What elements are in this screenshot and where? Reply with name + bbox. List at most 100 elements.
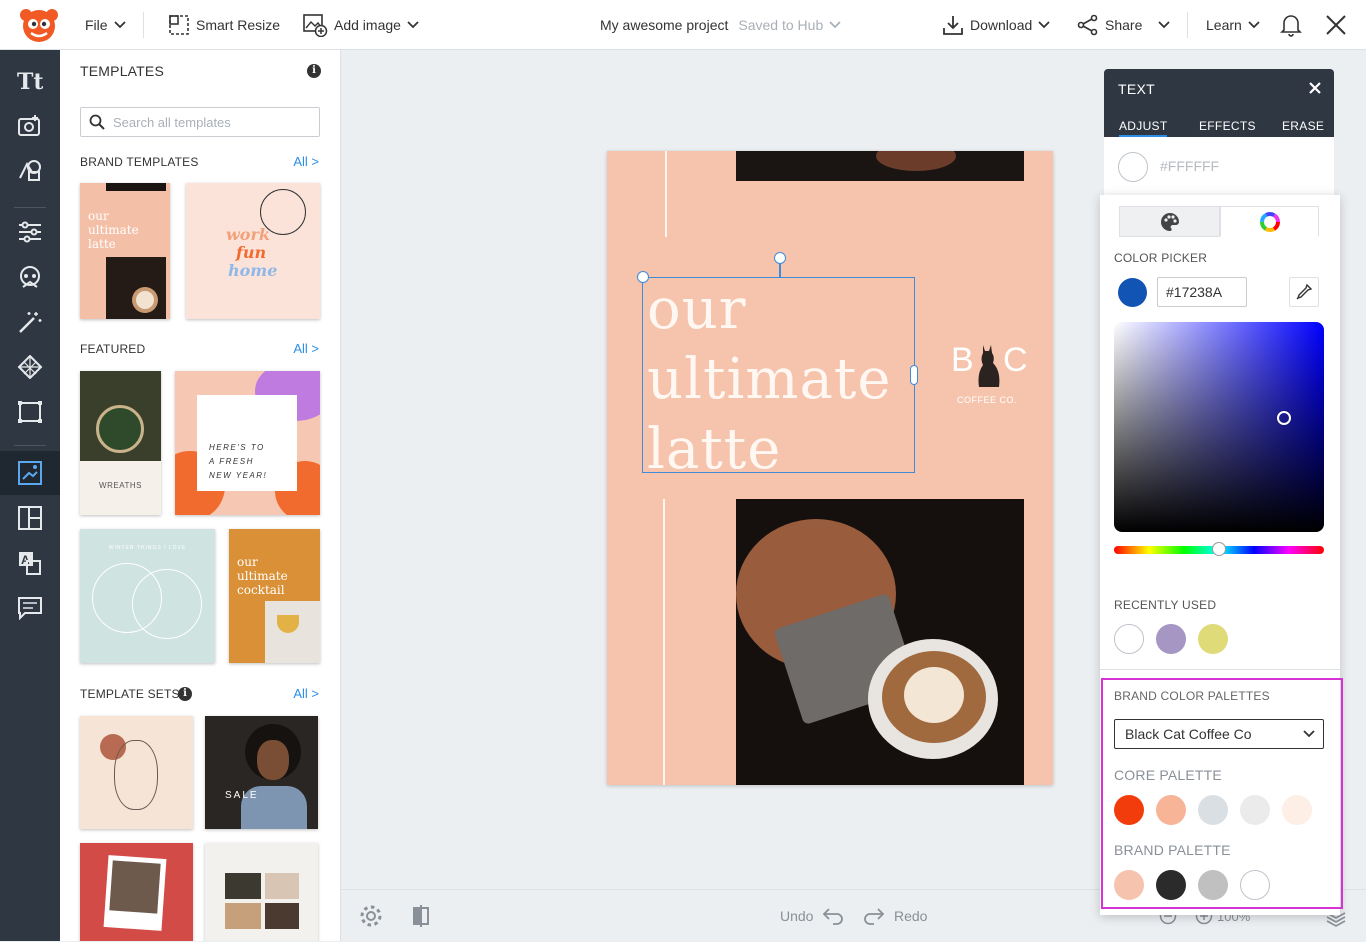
saturation-knob[interactable] [1277,411,1291,425]
share-menu[interactable]: Share [1077,0,1170,50]
tab-adjust[interactable]: ADJUST [1119,119,1168,137]
chevron-down-icon [407,21,419,29]
brand-template-thumb-2[interactable]: work fun home [186,183,320,319]
featured-thumb-4[interactable]: our ultimate cocktail [229,529,320,663]
template-set-thumb-4[interactable] [205,843,318,941]
brand-logo[interactable]: B C COFFEE CO. [951,341,1031,411]
current-color-hex: #FFFFFF [1160,158,1220,174]
palette-icon [1160,212,1179,231]
featured-thumb-1[interactable]: WREATHS [80,371,161,515]
color-wheel-tab[interactable] [1220,206,1319,237]
brand-templates-heading: BRAND TEMPLATES [80,155,199,169]
redo-label: Redo [894,908,928,924]
divider [143,12,144,38]
comments-tool-icon[interactable] [0,586,60,630]
chevron-down-icon [1248,21,1260,29]
redo-button[interactable]: Redo [862,890,927,942]
brand-templates-all-link[interactable]: All > [293,154,319,169]
project-title[interactable]: My awesome project Saved to Hub [600,0,841,50]
svg-text:Tt: Tt [17,69,43,92]
recently-used-label: RECENTLY USED [1114,598,1217,612]
close-editor-icon[interactable] [1325,0,1347,50]
undo-button[interactable]: Undo [780,890,845,942]
tool-rail: Tt A [0,50,60,941]
current-color-swatch[interactable] [1118,152,1148,182]
featured-heading: FEATURED [80,342,146,356]
info-icon[interactable]: i [307,64,321,78]
template-set-thumb-2[interactable]: SALE [205,716,318,829]
eyedropper-icon[interactable] [1289,277,1319,307]
text-selection-box[interactable] [642,277,915,473]
photos-tool-icon[interactable] [0,103,60,147]
recent-swatch[interactable] [1114,624,1144,654]
template-set-thumb-3[interactable] [80,843,193,941]
rotate-handle[interactable] [774,252,786,264]
text-tool-icon[interactable]: Tt [0,58,60,102]
template-sets-heading: TEMPLATE SETS [80,687,180,701]
learn-menu[interactable]: Learn [1206,0,1260,50]
brand-subtitle: COFFEE CO. [957,395,1018,405]
color-wheel-icon [1259,211,1280,232]
thumb-text: fun [236,243,267,262]
featured-thumb-2[interactable]: HERE'S TO A FRESH NEW YEAR! [175,371,320,515]
file-menu[interactable]: File [85,0,126,50]
graphics-tool-icon[interactable] [0,148,60,192]
compare-icon[interactable] [411,890,431,942]
chevron-down-icon [1158,21,1170,29]
notifications-bell-icon[interactable] [1280,0,1302,50]
effects-wand-icon[interactable] [0,300,60,344]
rotate-stem [779,262,781,278]
hue-knob[interactable] [1212,542,1226,556]
recent-swatch[interactable] [1198,624,1228,654]
info-icon[interactable]: i [178,687,192,701]
settings-gear-icon[interactable] [359,890,383,942]
divider [14,207,46,208]
template-sets-all-link[interactable]: All > [293,686,319,701]
brand-template-thumb-1[interactable]: our ultimate latte [80,183,170,319]
thumb-text: WREATHS [99,481,142,490]
color-picker-label: COLOR PICKER [1114,251,1208,265]
featured-all-link[interactable]: All > [293,341,319,356]
download-menu[interactable]: Download [942,0,1050,50]
close-icon[interactable] [1308,79,1322,100]
chevron-down-icon [1038,21,1050,29]
tab-erase[interactable]: ERASE [1282,119,1324,133]
text-color-row: #FFFFFF [1104,137,1334,195]
tab-effects[interactable]: EFFECTS [1199,119,1256,133]
template-search[interactable] [80,107,320,137]
divider [1187,12,1188,38]
divider [14,445,46,446]
search-input[interactable] [113,114,313,130]
share-icon [1077,14,1098,36]
palette-tab[interactable] [1119,206,1220,237]
saturation-value-picker[interactable] [1114,322,1324,532]
layouts-tool-icon[interactable] [0,496,60,540]
decorative-line [663,499,665,785]
learn-label: Learn [1206,17,1242,33]
frames-tool-icon[interactable] [0,390,60,434]
textures-tool-icon[interactable] [0,345,60,389]
add-image-menu[interactable]: Add image [302,0,419,50]
adjust-tool-icon[interactable] [0,210,60,254]
resize-handle[interactable] [637,271,649,283]
smart-resize-label: Smart Resize [196,17,281,33]
featured-thumb-3[interactable]: WINTER THINGS I LOVE [80,529,215,663]
recent-swatch[interactable] [1156,624,1186,654]
translate-tool-icon[interactable]: A [0,541,60,585]
side-resize-handle[interactable] [910,365,918,385]
download-icon [943,16,963,35]
smart-resize-button[interactable]: Smart Resize [168,0,280,50]
hue-slider[interactable] [1114,542,1324,556]
app-logo-icon[interactable] [14,6,64,44]
project-name[interactable]: My awesome project [600,17,728,33]
templates-tool-icon[interactable] [0,451,60,495]
latte-photo[interactable] [736,499,1024,785]
brand-letter: C [1003,341,1028,379]
touch-up-tool-icon[interactable] [0,255,60,299]
template-set-thumb-1[interactable] [80,716,193,829]
chevron-down-icon[interactable] [829,21,841,29]
text-panel: TEXT ADJUST EFFECTS ERASE #FFFFFF [1104,69,1334,195]
top-photo[interactable] [736,151,1024,181]
download-label: Download [970,17,1033,33]
hex-input[interactable]: #17238A [1157,277,1247,307]
